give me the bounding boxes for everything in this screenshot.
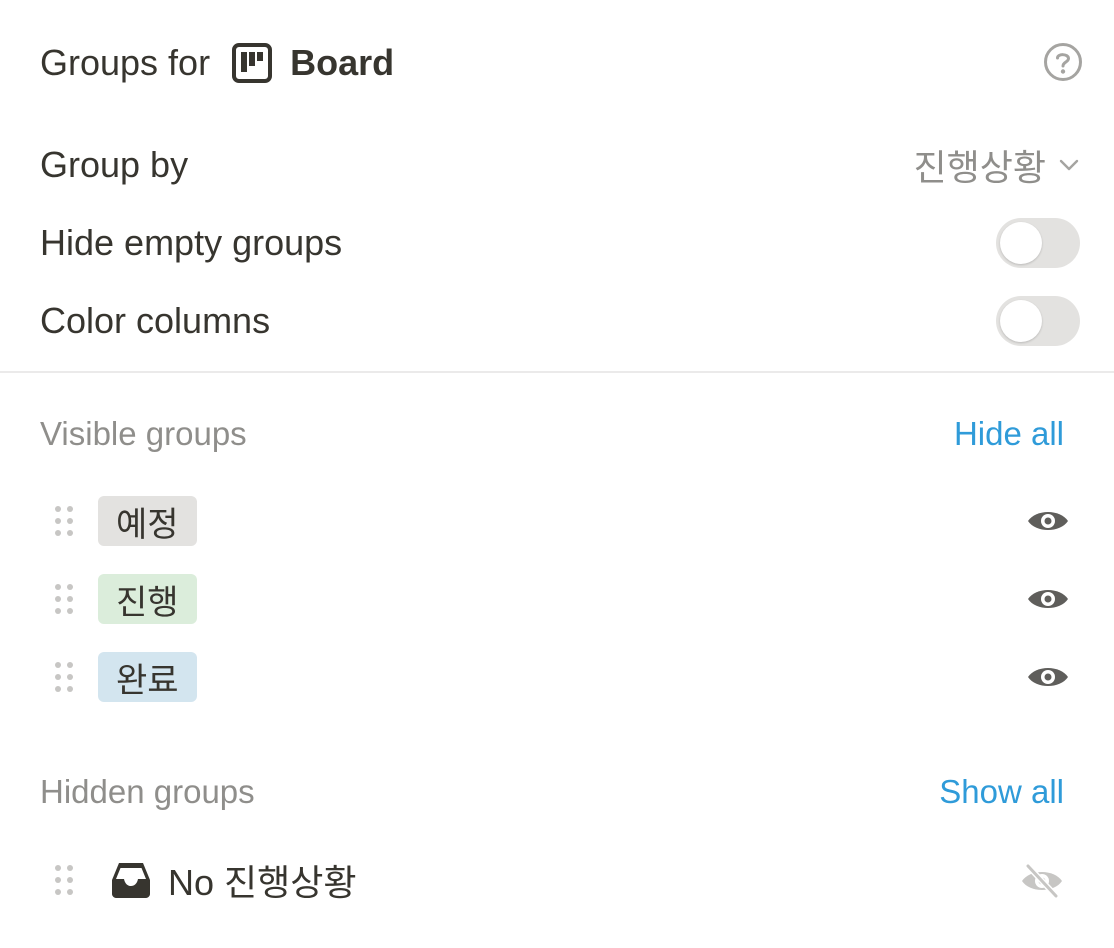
- hide-all-button[interactable]: Hide all: [954, 415, 1064, 453]
- eye-icon[interactable]: [1026, 501, 1070, 541]
- color-columns-label: Color columns: [40, 300, 271, 341]
- header-prefix: Groups for: [40, 42, 211, 83]
- group-item-예정[interactable]: 예정: [50, 494, 1070, 548]
- toggle-knob: [1000, 222, 1042, 264]
- hidden-groups-label: Hidden groups: [40, 773, 255, 810]
- visible-groups-label: Visible groups: [40, 415, 247, 452]
- eye-icon[interactable]: [1026, 657, 1070, 697]
- eye-icon[interactable]: [1026, 579, 1070, 619]
- group-tag: 진행: [98, 574, 197, 624]
- group-tag: 완료: [98, 652, 197, 702]
- visible-groups-header: Visible groups Hide all: [40, 414, 1064, 454]
- eye-off-icon[interactable]: [1020, 862, 1064, 900]
- color-columns-row: Color columns: [40, 294, 1080, 348]
- view-name: Board: [290, 42, 395, 83]
- hidden-group-name: No 진행상황: [168, 862, 357, 903]
- color-columns-toggle[interactable]: [996, 296, 1080, 346]
- inbox-icon: [110, 860, 152, 900]
- group-tag: 예정: [98, 496, 197, 546]
- group-by-select[interactable]: 진행상황: [914, 139, 1080, 191]
- group-settings-panel: Groups for Board Group by 진행상황 Hide empt…: [0, 0, 1114, 948]
- drag-handle-icon[interactable]: [50, 503, 78, 539]
- drag-handle-icon[interactable]: [50, 581, 78, 617]
- divider: [0, 371, 1114, 373]
- drag-handle-icon[interactable]: [50, 659, 78, 695]
- show-all-button[interactable]: Show all: [939, 773, 1064, 811]
- group-item-no-value[interactable]: No 진행상황: [50, 853, 1070, 907]
- chevron-down-icon: [1059, 159, 1079, 171]
- group-by-row: Group by 진행상황: [40, 138, 1080, 192]
- group-item-진행[interactable]: 진행: [50, 572, 1070, 626]
- hide-empty-groups-row: Hide empty groups: [40, 216, 1080, 270]
- hidden-groups-header: Hidden groups Show all: [40, 772, 1064, 812]
- help-circle-icon[interactable]: [1043, 42, 1083, 82]
- group-by-value: 진행상황: [913, 147, 1046, 188]
- hide-empty-groups-label: Hide empty groups: [40, 222, 343, 263]
- group-by-label: Group by: [40, 144, 189, 185]
- toggle-knob: [1000, 300, 1042, 342]
- group-item-완료[interactable]: 완료: [50, 650, 1070, 704]
- panel-header: Groups for Board: [40, 38, 1066, 88]
- hide-empty-groups-toggle[interactable]: [996, 218, 1080, 268]
- drag-handle-icon[interactable]: [50, 862, 78, 898]
- board-icon: [232, 43, 273, 83]
